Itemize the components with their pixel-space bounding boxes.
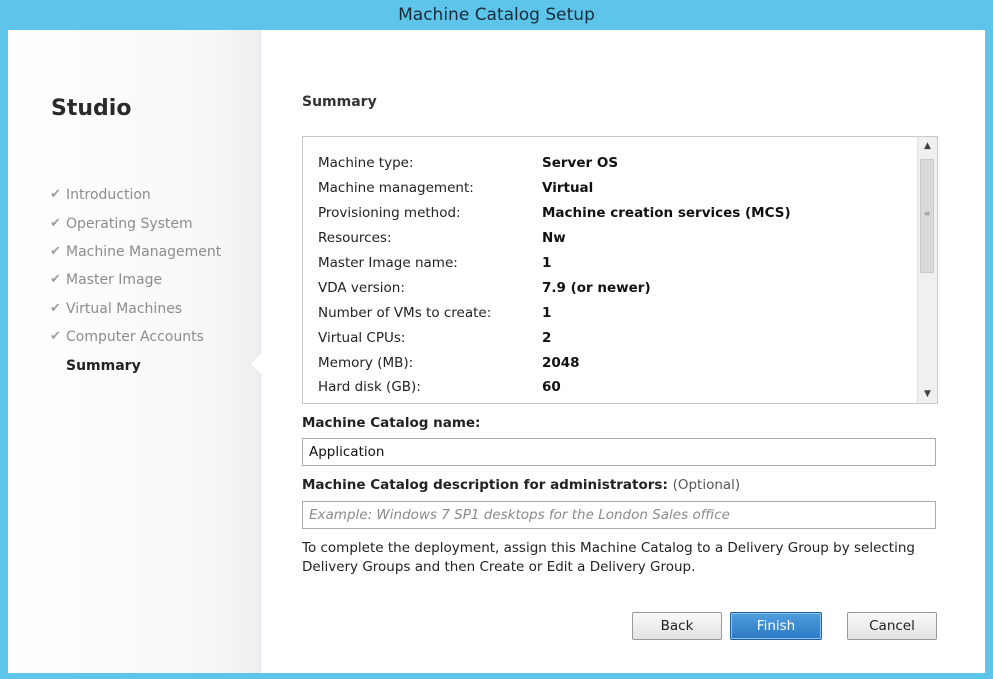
checkmark-icon: ✔ — [50, 243, 61, 259]
optional-hint: (Optional) — [672, 477, 741, 493]
summary-value: 60 — [542, 379, 561, 396]
summary-row: Memory (MB): 2048 — [318, 350, 791, 375]
summary-row: Resources: Nw — [318, 226, 791, 251]
catalog-name-label: Machine Catalog name: — [302, 415, 481, 431]
summary-row: Machine management: Virtual — [318, 176, 791, 201]
step-label: Summary — [66, 357, 141, 374]
finish-button[interactable]: Finish — [730, 612, 822, 640]
summary-value: Machine creation services (MCS) — [542, 205, 791, 222]
summary-key: Machine management: — [318, 180, 474, 197]
summary-value: Server OS — [542, 155, 619, 172]
summary-key: Memory (MB): — [318, 354, 414, 371]
step-computer-accounts: ✔ Computer Accounts — [50, 323, 221, 351]
step-label: Introduction — [66, 187, 151, 204]
sidebar-title: Studio — [51, 96, 132, 121]
main-content: Summary Machine type: Server OS Machine … — [302, 30, 942, 673]
scroll-down-icon[interactable]: ▼ — [918, 385, 937, 403]
summary-key: Resources: — [318, 230, 392, 247]
wizard-steps: ✔ Introduction ✔ Operating System ✔ Mach… — [50, 181, 221, 380]
catalog-description-input[interactable] — [302, 501, 936, 529]
summary-value: 1 — [542, 304, 552, 321]
summary-value: 1 — [542, 255, 552, 271]
step-label: Virtual Machines — [66, 300, 183, 317]
step-operating-system: ✔ Operating System — [50, 209, 221, 237]
summary-panel: Machine type: Server OS Machine manageme… — [302, 136, 938, 404]
dialog-window: Machine Catalog Setup Studio ✔ Introduct… — [0, 0, 993, 679]
checkmark-icon: ✔ — [50, 187, 61, 203]
summary-value: Nw — [542, 230, 566, 247]
summary-row: Provisioning method: Machine creation se… — [318, 201, 791, 226]
summary-row: Hard disk (GB): 60 — [318, 375, 791, 400]
summary-key: Number of VMs to create: — [318, 304, 492, 321]
summary-key: Hard disk (GB): — [318, 379, 421, 396]
summary-value: 2048 — [542, 354, 580, 371]
summary-key: VDA version: — [318, 279, 405, 296]
summary-key: Master Image name: — [318, 255, 458, 271]
summary-value: 2 — [542, 329, 552, 346]
step-label: Computer Accounts — [66, 329, 204, 346]
step-label: Operating System — [66, 215, 193, 232]
summary-key: Machine type: — [318, 155, 414, 172]
step-label: Machine Management — [66, 243, 222, 260]
back-button[interactable]: Back — [632, 612, 722, 640]
summary-row: VDA version: 7.9 (or newer) — [318, 275, 791, 300]
scroll-up-icon[interactable]: ▲ — [918, 137, 937, 155]
summary-value: 7.9 (or newer) — [542, 279, 651, 296]
summary-row: Virtual CPUs: 2 — [318, 325, 791, 350]
step-virtual-machines: ✔ Virtual Machines — [50, 295, 221, 323]
step-machine-management: ✔ Machine Management — [50, 238, 221, 266]
catalog-name-input[interactable] — [302, 438, 936, 466]
summary-key: Virtual CPUs: — [318, 329, 406, 346]
summary-key: Provisioning method: — [318, 205, 461, 222]
checkmark-icon: ✔ — [50, 272, 61, 288]
sidebar: Studio ✔ Introduction ✔ Operating System… — [8, 30, 261, 673]
summary-row: Master Image name: 1 — [318, 251, 791, 276]
summary-value: Virtual — [542, 180, 594, 197]
summary-scrollbar[interactable]: ▲ ≡ ▼ — [917, 137, 937, 403]
description-label-text: Machine Catalog description for administ… — [302, 477, 668, 493]
grip-icon: ≡ — [923, 209, 931, 218]
page-title: Summary — [302, 94, 377, 110]
step-introduction: ✔ Introduction — [50, 181, 221, 209]
step-master-image: ✔ Master Image — [50, 266, 221, 294]
summary-table: Machine type: Server OS Machine manageme… — [318, 151, 791, 400]
summary-row: Number of VMs to create: 1 — [318, 300, 791, 325]
catalog-description-label: Machine Catalog description for administ… — [302, 477, 740, 493]
checkmark-icon: ✔ — [50, 329, 61, 345]
instructions-text: To complete the deployment, assign this … — [302, 540, 915, 575]
window-title: Machine Catalog Setup — [398, 5, 595, 25]
step-label: Master Image — [66, 272, 163, 289]
scroll-thumb[interactable]: ≡ — [920, 159, 934, 273]
step-summary: Summary — [50, 351, 221, 379]
checkmark-icon: ✔ — [50, 300, 61, 316]
checkmark-icon: ✔ — [50, 215, 61, 231]
summary-row: Machine type: Server OS — [318, 151, 791, 176]
cancel-button[interactable]: Cancel — [847, 612, 937, 640]
dialog-client-area: Studio ✔ Introduction ✔ Operating System… — [8, 30, 985, 673]
